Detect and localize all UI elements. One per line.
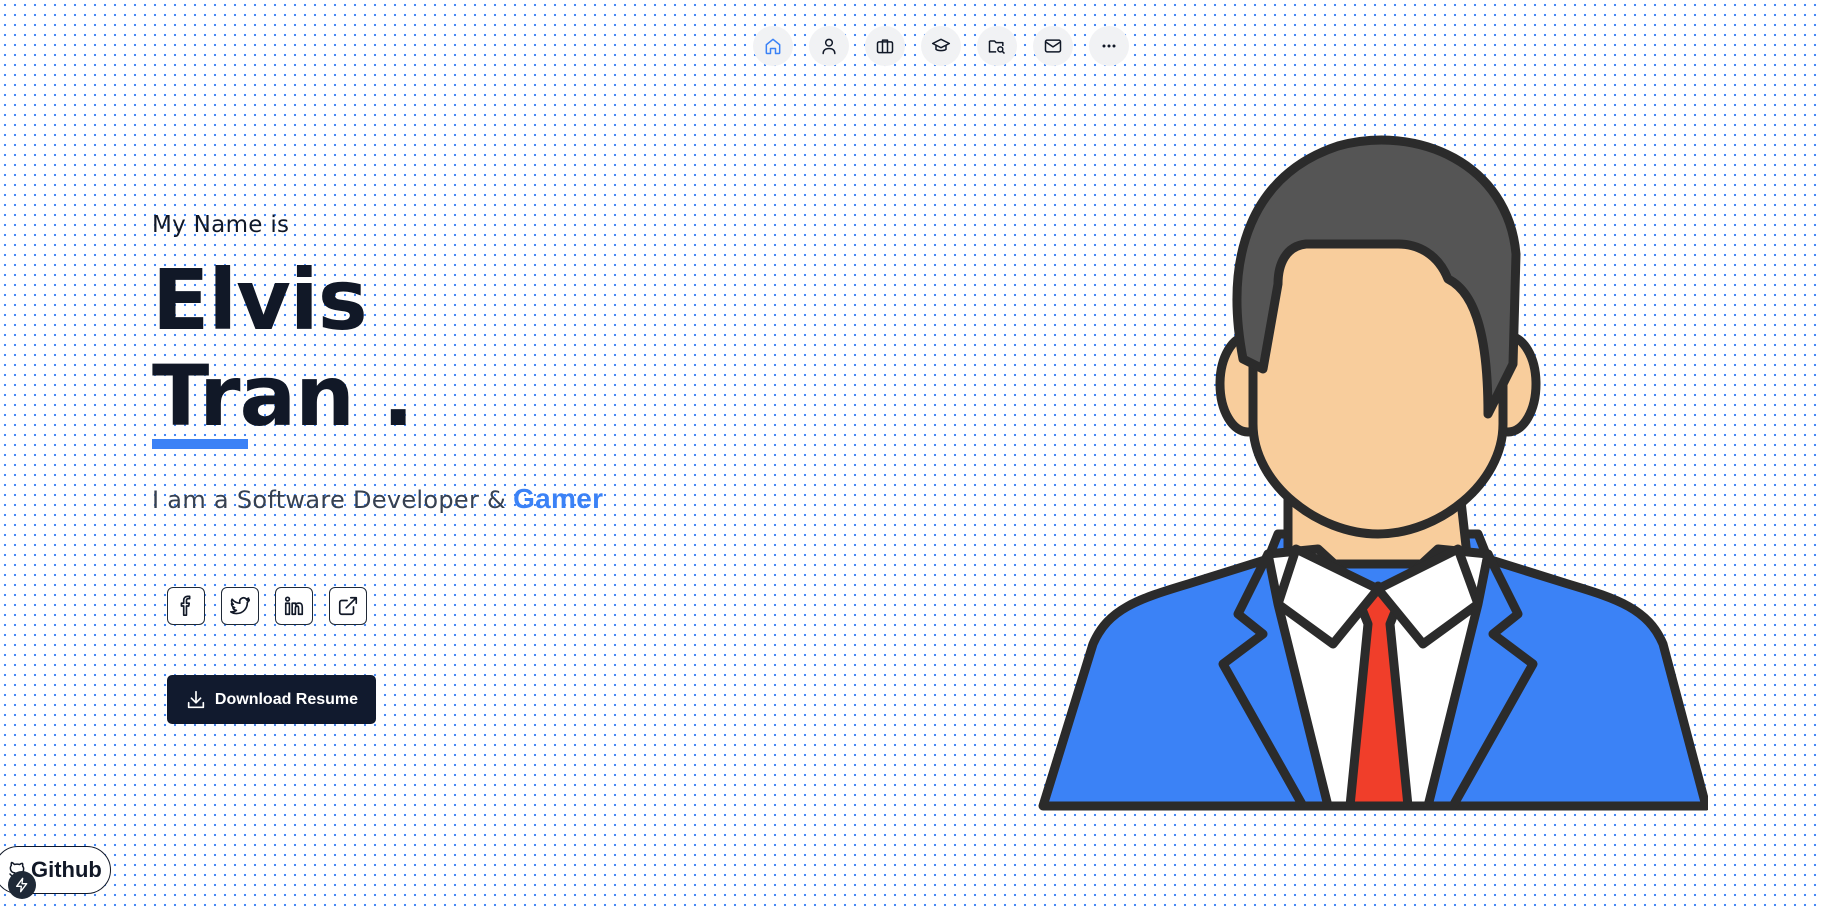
lightning-icon — [16, 877, 28, 893]
social-links — [167, 587, 367, 625]
hero-name: Elvis Tran . — [152, 252, 603, 444]
bolt-button[interactable] — [8, 871, 36, 899]
nav-projects-button[interactable] — [977, 26, 1017, 66]
download-resume-button[interactable]: Download Resume — [167, 675, 376, 724]
top-navigation — [753, 20, 1129, 72]
briefcase-icon — [876, 39, 894, 54]
more-icon — [1102, 44, 1116, 48]
twitter-icon — [230, 597, 250, 615]
tagline-accent: Gamer — [513, 483, 604, 514]
facebook-link[interactable] — [167, 587, 205, 625]
last-name: Tran . — [152, 347, 414, 445]
folder-search-icon — [988, 40, 1006, 55]
nav-more-button[interactable] — [1089, 26, 1129, 66]
mail-icon — [1044, 39, 1062, 53]
download-icon — [187, 690, 205, 708]
intro-text: My Name is — [152, 212, 290, 238]
home-icon — [765, 38, 781, 55]
nav-contact-button[interactable] — [1033, 26, 1073, 66]
nav-home-button[interactable] — [753, 26, 793, 66]
github-badge-label: Github — [31, 857, 102, 882]
linkedin-icon — [284, 596, 304, 616]
nav-experience-button[interactable] — [865, 26, 905, 66]
user-icon — [822, 38, 836, 55]
download-resume-label: Download Resume — [214, 690, 359, 708]
avatar-illustration — [1038, 135, 1708, 811]
twitter-link[interactable] — [221, 587, 259, 625]
external-link[interactable] — [329, 587, 367, 625]
facebook-icon — [180, 595, 191, 616]
external-link-icon — [338, 596, 358, 616]
linkedin-link[interactable] — [275, 587, 313, 625]
tagline-prefix: I am a Software Developer & — [152, 486, 507, 514]
first-name: Elvis — [152, 251, 368, 349]
graduation-cap-icon — [931, 38, 951, 52]
nav-education-button[interactable] — [921, 26, 961, 66]
nav-about-button[interactable] — [809, 26, 849, 66]
tagline: I am a Software Developer & Gamer — [152, 483, 603, 515]
hero-section: My Name is Elvis Tran . I am a Software … — [152, 212, 603, 515]
